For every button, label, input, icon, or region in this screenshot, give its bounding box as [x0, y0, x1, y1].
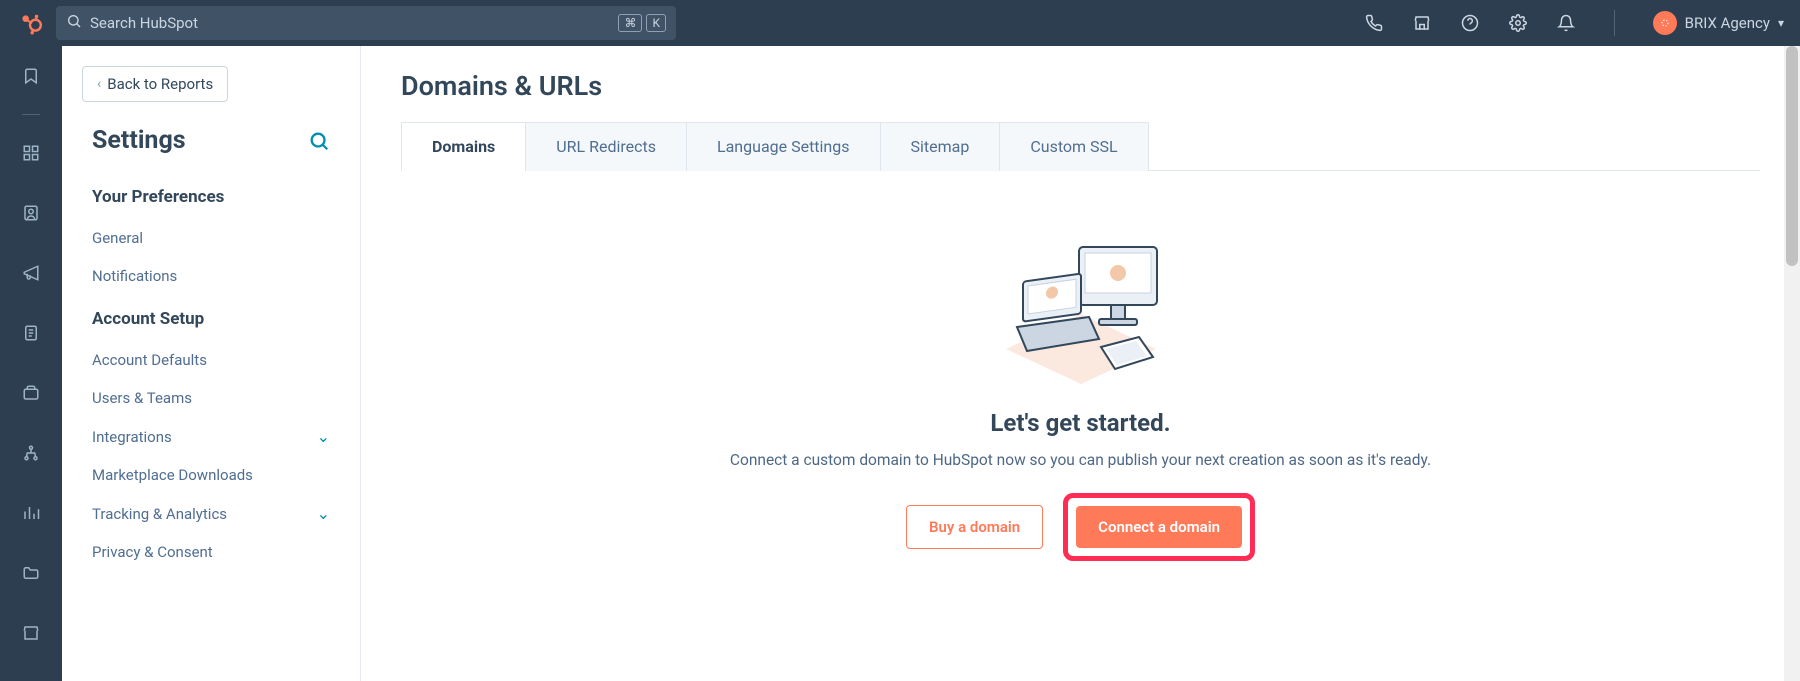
tab-label: Custom SSL	[1030, 137, 1117, 156]
marketplace-icon[interactable]	[1412, 13, 1432, 33]
sidebar-item-label: Users & Teams	[92, 389, 192, 407]
empty-state-title: Let's get started.	[401, 409, 1760, 437]
tab-label: Domains	[432, 137, 495, 156]
sidebar-item-label: Tracking & Analytics	[92, 505, 227, 523]
section-account-setup: Account Setup	[62, 295, 360, 341]
sidebar-item-account-defaults[interactable]: Account Defaults	[62, 341, 360, 379]
chevron-down-icon: ⌄	[317, 504, 330, 523]
search-input[interactable]	[90, 14, 610, 32]
topbar-icons: BRIX Agency ▾	[1364, 10, 1784, 36]
sidebar-item-label: Account Defaults	[92, 351, 207, 369]
content-below-topbar: ‹ Back to Reports Settings Your Preferen…	[0, 46, 1800, 681]
sidebar-item-label: Integrations	[92, 428, 172, 446]
icon-rail	[0, 46, 62, 681]
connect-domain-button[interactable]: Connect a domain	[1076, 506, 1242, 548]
sidebar-item-marketplace-downloads[interactable]: Marketplace Downloads	[62, 456, 360, 494]
back-label: Back to Reports	[107, 75, 213, 93]
avatar	[1653, 11, 1677, 35]
sidebar-item-label: Marketplace Downloads	[92, 466, 253, 484]
settings-header: Settings	[62, 120, 360, 173]
scrollbar[interactable]	[1784, 46, 1800, 681]
back-to-reports-button[interactable]: ‹ Back to Reports	[82, 66, 228, 102]
account-menu[interactable]: BRIX Agency ▾	[1653, 11, 1784, 35]
phone-icon[interactable]	[1364, 13, 1384, 33]
buy-domain-button[interactable]: Buy a domain	[906, 505, 1043, 549]
megaphone-icon[interactable]	[19, 261, 43, 285]
topbar-left: ⌘ K	[16, 6, 676, 40]
tab-custom-ssl[interactable]: Custom SSL	[999, 122, 1148, 171]
main-content: Domains & URLs Domains URL Redirects Lan…	[361, 46, 1800, 681]
kbd-k: K	[646, 14, 666, 32]
settings-sidebar: ‹ Back to Reports Settings Your Preferen…	[62, 46, 361, 681]
empty-state-subtitle: Connect a custom domain to HubSpot now s…	[401, 451, 1760, 469]
scrollbar-thumb[interactable]	[1786, 46, 1798, 266]
chart-icon[interactable]	[19, 501, 43, 525]
sitemap-icon[interactable]	[19, 441, 43, 465]
chevron-left-icon: ‹	[97, 76, 101, 92]
settings-title: Settings	[92, 126, 186, 155]
tab-label: Sitemap	[911, 137, 970, 156]
sidebar-item-label: Notifications	[92, 267, 177, 285]
empty-state-buttons: Buy a domain Connect a domain	[401, 493, 1760, 561]
devices-illustration	[971, 219, 1191, 399]
inbox-icon[interactable]	[19, 381, 43, 405]
sidebar-item-label: Privacy & Consent	[92, 543, 213, 561]
tab-domains[interactable]: Domains	[401, 122, 526, 171]
folder-icon[interactable]	[19, 561, 43, 585]
notifications-icon[interactable]	[1556, 13, 1576, 33]
store-icon[interactable]	[19, 621, 43, 645]
settings-icon[interactable]	[1508, 13, 1528, 33]
sidebar-item-general[interactable]: General	[62, 219, 360, 257]
chevron-down-icon: ▾	[1778, 16, 1784, 30]
highlight-annotation: Connect a domain	[1063, 493, 1255, 561]
tab-language-settings[interactable]: Language Settings	[686, 122, 881, 171]
document-icon[interactable]	[19, 321, 43, 345]
sidebar-item-privacy-consent[interactable]: Privacy & Consent	[62, 533, 360, 571]
chevron-down-icon: ⌄	[317, 427, 330, 446]
sidebar-item-notifications[interactable]: Notifications	[62, 257, 360, 295]
sidebar-item-users-teams[interactable]: Users & Teams	[62, 379, 360, 417]
help-icon[interactable]	[1460, 13, 1480, 33]
section-your-preferences: Your Preferences	[62, 173, 360, 219]
sidebar-item-tracking-analytics[interactable]: Tracking & Analytics ⌄	[62, 494, 360, 533]
rail-separator	[22, 114, 40, 115]
search-icon	[66, 13, 82, 33]
tab-label: URL Redirects	[556, 137, 656, 156]
empty-state: Let's get started. Connect a custom doma…	[401, 171, 1760, 561]
tabs: Domains URL Redirects Language Settings …	[401, 122, 1760, 171]
contact-icon[interactable]	[19, 201, 43, 225]
tab-url-redirects[interactable]: URL Redirects	[525, 122, 687, 171]
topbar-divider	[1614, 10, 1615, 36]
tab-sitemap[interactable]: Sitemap	[880, 122, 1001, 171]
bookmark-icon[interactable]	[19, 64, 43, 88]
page-title: Domains & URLs	[401, 70, 1760, 102]
grid-icon[interactable]	[19, 141, 43, 165]
sidebar-item-integrations[interactable]: Integrations ⌄	[62, 417, 360, 456]
account-name: BRIX Agency	[1685, 14, 1770, 32]
kbd-cmd: ⌘	[618, 14, 642, 32]
tab-label: Language Settings	[717, 137, 850, 156]
sidebar-item-label: General	[92, 229, 143, 247]
settings-search-icon[interactable]	[308, 130, 330, 152]
kbd-shortcut: ⌘ K	[618, 14, 666, 32]
global-search[interactable]: ⌘ K	[56, 6, 676, 40]
topbar: ⌘ K BRIX Agency ▾	[0, 0, 1800, 46]
hubspot-logo-icon[interactable]	[16, 9, 44, 37]
